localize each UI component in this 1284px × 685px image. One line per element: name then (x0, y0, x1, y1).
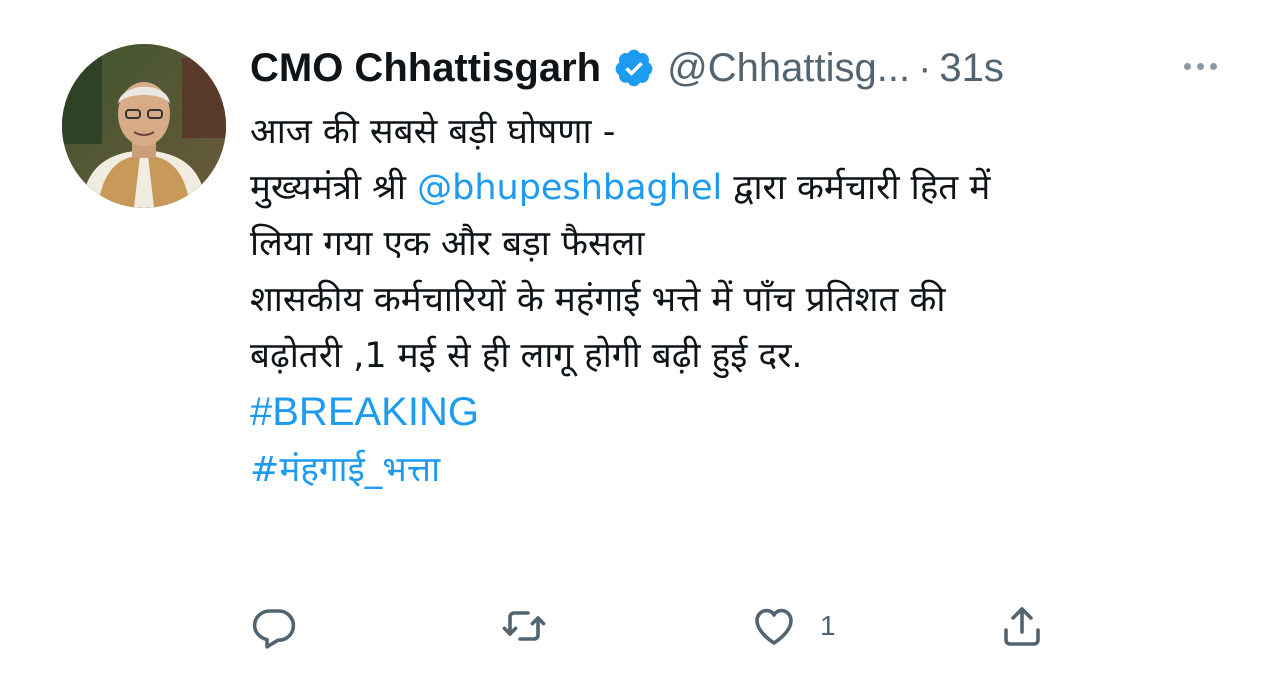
share-button[interactable] (998, 598, 1068, 654)
tweet-line: आज की सबसे बड़ी घोषणा - (250, 112, 616, 152)
timestamp[interactable]: 31s (939, 46, 1004, 91)
avatar[interactable] (62, 44, 226, 208)
tweet-line: लिया गया एक और बड़ा फैसला (250, 224, 645, 264)
share-icon (1004, 607, 1040, 646)
reply-button[interactable] (250, 598, 320, 654)
tweet-line: शासकीय कर्मचारियों के महंगाई भत्ते में प… (250, 280, 946, 320)
mention-link[interactable]: @bhupeshbaghel (417, 168, 722, 208)
more-icon[interactable] (1170, 46, 1230, 86)
tweet-line: #BREAKING (250, 384, 1240, 442)
tweet-header: CMO Chhattisgarh @Chhattisg... · 31s (250, 40, 1004, 96)
tweet-text: आज की सबसे बड़ी घोषणा - मुख्यमंत्री श्री… (250, 104, 1240, 498)
action-bar: 1 (0, 598, 1284, 654)
tweet-line: बढ़ोतरी ,1 मई से ही लागू होगी बढ़ी हुई द… (250, 336, 803, 376)
reply-icon (252, 609, 296, 649)
like-icon (755, 608, 793, 645)
retweet-button[interactable] (500, 598, 570, 654)
like-count: 1 (820, 610, 836, 641)
avatar-image (62, 44, 226, 208)
tweet-line: #मंहगाई_भत्ता (250, 442, 1240, 498)
tweet-card: CMO Chhattisgarh @Chhattisg... · 31s आज … (0, 0, 1284, 685)
tweet-text-segment: द्वारा कर्मचारी हित में (722, 168, 991, 208)
hashtag-link[interactable]: #BREAKING (250, 390, 479, 434)
separator-dot: · (918, 45, 932, 90)
retweet-icon (502, 611, 546, 641)
author-name[interactable]: CMO Chhattisgarh (250, 46, 601, 91)
hashtag-link[interactable]: #मंहगाई_भत्ता (250, 450, 440, 490)
verified-badge-icon (615, 49, 653, 87)
tweet-line: मुख्यमंत्री श्री @bhupeshbaghel द्वारा क… (250, 160, 1240, 216)
tweet-text-segment: मुख्यमंत्री श्री (250, 168, 418, 208)
author-handle[interactable]: @Chhattisg... (667, 46, 910, 91)
like-button[interactable]: 1 (750, 598, 836, 654)
